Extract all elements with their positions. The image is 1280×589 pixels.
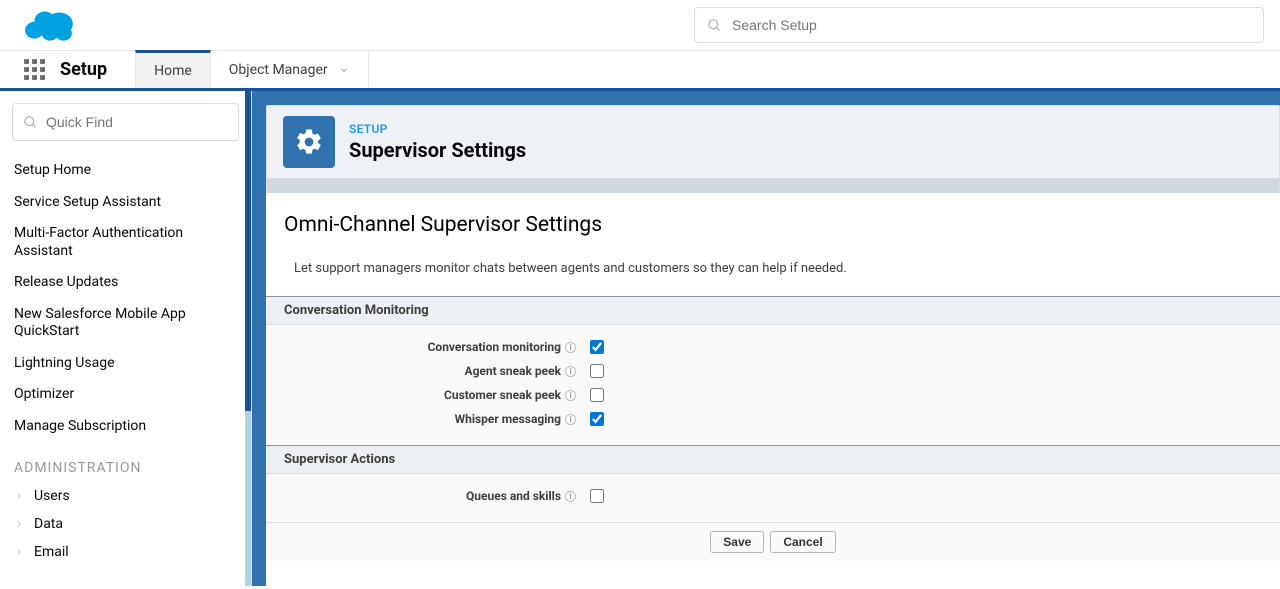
sidebar-item-users[interactable]: Users xyxy=(0,482,251,510)
checkbox-agent-sneak-peek[interactable] xyxy=(590,364,604,378)
group-body-supervisor-actions: Queues and skills i xyxy=(266,474,1280,522)
field-label: Conversation monitoring i xyxy=(266,340,576,354)
page-title: Supervisor Settings xyxy=(349,138,526,162)
field-queues-and-skills: Queues and skills i xyxy=(266,484,1280,508)
chevron-right-icon xyxy=(14,491,24,501)
salesforce-logo xyxy=(24,7,76,43)
group-body-conversation-monitoring: Conversation monitoring i Agent sneak pe… xyxy=(266,325,1280,445)
button-row: Save Cancel xyxy=(266,522,1280,561)
search-icon xyxy=(707,18,722,33)
checkbox-whisper-messaging[interactable] xyxy=(590,412,604,426)
chevron-right-icon xyxy=(14,547,24,557)
field-customer-sneak-peek: Customer sneak peek i xyxy=(266,383,1280,407)
sidebar-item-email[interactable]: Email xyxy=(0,538,251,566)
sidebar-category-administration: ADMINISTRATION xyxy=(0,442,251,482)
sidebar-scrollbar[interactable] xyxy=(245,91,251,411)
chevron-right-icon xyxy=(14,519,24,529)
quick-find[interactable] xyxy=(12,103,239,141)
sidebar-item-label: Email xyxy=(34,544,69,560)
help-icon[interactable]: i xyxy=(565,366,576,377)
tab-home-label: Home xyxy=(154,63,192,79)
field-whisper-messaging: Whisper messaging i xyxy=(266,407,1280,431)
field-label: Queues and skills i xyxy=(266,489,576,503)
group-header-conversation-monitoring: Conversation Monitoring xyxy=(266,296,1280,325)
sidebar-item-lightning-usage[interactable]: Lightning Usage xyxy=(0,348,251,380)
save-button[interactable]: Save xyxy=(710,531,764,553)
checkbox-customer-sneak-peek[interactable] xyxy=(590,388,604,402)
main-content: SETUP Supervisor Settings Omni-Channel S… xyxy=(252,91,1280,586)
setup-sidebar: Setup Home Service Setup Assistant Multi… xyxy=(0,91,252,586)
sidebar-item-data[interactable]: Data xyxy=(0,510,251,538)
cancel-button[interactable]: Cancel xyxy=(770,531,835,553)
field-label: Agent sneak peek i xyxy=(266,364,576,378)
sidebar-item-label: Data xyxy=(34,516,63,532)
gear-icon xyxy=(283,116,335,168)
sidebar-item-service-setup-assistant[interactable]: Service Setup Assistant xyxy=(0,187,251,219)
app-launcher-icon[interactable] xyxy=(20,51,48,88)
field-label: Whisper messaging i xyxy=(266,412,576,426)
sidebar-item-label: Users xyxy=(34,488,70,504)
page-eyebrow: SETUP xyxy=(349,122,526,136)
chevron-down-icon xyxy=(338,64,350,76)
help-icon[interactable]: i xyxy=(565,414,576,425)
sidebar-item-mfa-assistant[interactable]: Multi-Factor Authentication Assistant xyxy=(0,218,251,267)
tab-home[interactable]: Home xyxy=(135,50,211,88)
app-title: Setup xyxy=(60,51,107,88)
search-icon xyxy=(23,115,38,130)
sidebar-item-setup-home[interactable]: Setup Home xyxy=(0,155,251,187)
help-icon[interactable]: i xyxy=(565,390,576,401)
tab-object-manager[interactable]: Object Manager xyxy=(211,51,369,88)
section-description: Let support managers monitor chats betwe… xyxy=(266,251,1280,296)
content-card: Omni-Channel Supervisor Settings Let sup… xyxy=(266,193,1280,586)
help-icon[interactable]: i xyxy=(565,342,576,353)
sidebar-item-optimizer[interactable]: Optimizer xyxy=(0,379,251,411)
field-conversation-monitoring: Conversation monitoring i xyxy=(266,335,1280,359)
app-nav-bar: Setup Home Object Manager xyxy=(0,51,1280,91)
search-input[interactable] xyxy=(732,17,1251,33)
field-label: Customer sneak peek i xyxy=(266,388,576,402)
checkbox-queues-and-skills[interactable] xyxy=(590,489,604,503)
page-header: SETUP Supervisor Settings xyxy=(266,105,1280,179)
group-header-supervisor-actions: Supervisor Actions xyxy=(266,445,1280,474)
checkbox-conversation-monitoring[interactable] xyxy=(590,340,604,354)
sidebar-item-mobile-quickstart[interactable]: New Salesforce Mobile App QuickStart xyxy=(0,299,251,348)
help-icon[interactable]: i xyxy=(565,491,576,502)
tab-object-manager-label: Object Manager xyxy=(229,62,328,78)
section-title: Omni-Channel Supervisor Settings xyxy=(266,209,1280,251)
field-agent-sneak-peek: Agent sneak peek i xyxy=(266,359,1280,383)
global-search[interactable] xyxy=(694,7,1264,43)
sidebar-item-manage-subscription[interactable]: Manage Subscription xyxy=(0,411,251,443)
global-header xyxy=(0,0,1280,51)
sidebar-item-release-updates[interactable]: Release Updates xyxy=(0,267,251,299)
quick-find-input[interactable] xyxy=(46,114,228,130)
